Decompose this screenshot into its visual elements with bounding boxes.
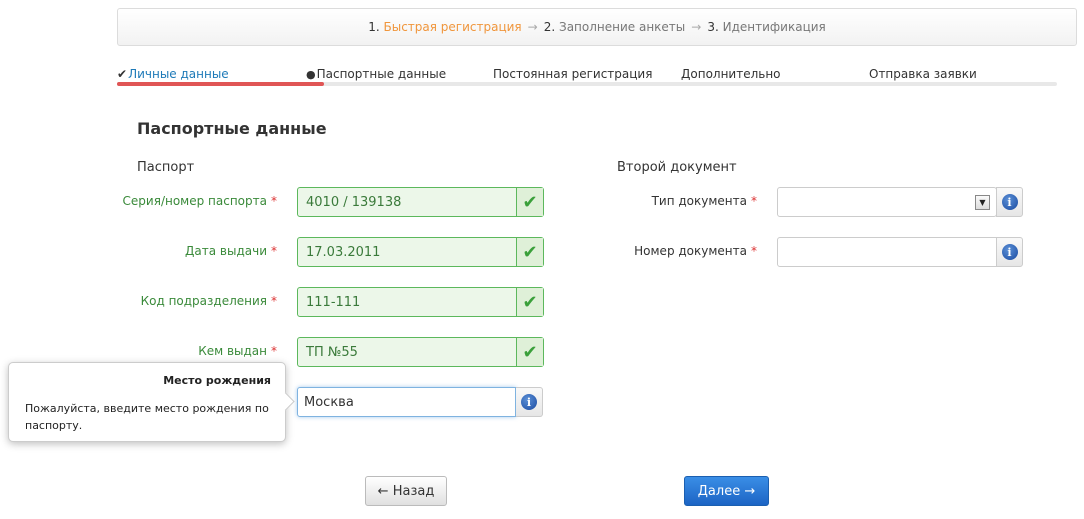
next-button[interactable]: Далее → <box>684 476 769 506</box>
tab-submit[interactable]: Отправка заявки <box>869 67 977 81</box>
person-icon: ● <box>306 68 316 81</box>
dept-code-input[interactable]: 111-111 <box>298 295 516 310</box>
step-3: 3. Идентификация <box>707 20 826 34</box>
doc-number-field[interactable] <box>777 237 997 267</box>
second-doc-section-title: Второй документ <box>617 160 737 175</box>
series-label: Серия/номер паспорта * <box>122 194 277 208</box>
step-2: 2. Заполнение анкеты <box>543 20 686 34</box>
step-arrow: → <box>527 20 538 34</box>
step-1: 1. Быстрая регистрация <box>368 20 522 34</box>
doc-number-input[interactable] <box>777 237 997 267</box>
tab-additional[interactable]: Дополнительно <box>681 67 781 81</box>
progress-bar <box>117 82 324 86</box>
passport-section-title: Паспорт <box>137 160 195 175</box>
issued-by-field[interactable]: ТП №55 ✔ <box>297 337 544 367</box>
back-button[interactable]: ← Назад <box>365 476 447 506</box>
tooltip-text: Пожалуйста, введите место рождения по па… <box>25 402 269 432</box>
dropdown-arrow-icon[interactable]: ▼ <box>975 195 990 210</box>
issued-by-input[interactable]: ТП №55 <box>298 345 516 360</box>
tab-personal[interactable]: ✔Личные данные <box>117 67 229 81</box>
registration-page: 1. Быстрая регистрация → 2. Заполнение а… <box>0 0 1084 519</box>
birthplace-tooltip: Место рождения Пожалуйста, введите место… <box>8 362 286 442</box>
doc-type-label: Тип документа * <box>651 194 757 208</box>
tab-passport[interactable]: ●Паспортные данные <box>306 67 446 81</box>
tooltip-title: Место рождения <box>163 374 271 387</box>
issue-date-field[interactable]: 17.03.2011 ✔ <box>297 237 544 267</box>
check-icon: ✔ <box>516 338 543 366</box>
issued-by-label: Кем выдан * <box>198 344 277 358</box>
birthplace-info-button[interactable]: i <box>516 387 543 417</box>
issue-date-label: Дата выдачи * <box>185 244 277 258</box>
issue-date-input[interactable]: 17.03.2011 <box>298 245 516 260</box>
dept-code-field[interactable]: 111-111 ✔ <box>297 287 544 317</box>
doc-number-label: Номер документа * <box>634 244 757 258</box>
series-field[interactable]: 4010 / 139138 ✔ <box>297 187 544 217</box>
dept-code-label: Код подразделения * <box>140 294 277 308</box>
tab-registration[interactable]: Постоянная регистрация <box>493 67 652 81</box>
doc-type-info-button[interactable]: i <box>996 187 1023 217</box>
doc-type-select[interactable]: ▼ <box>777 187 997 217</box>
info-icon: i <box>1001 194 1018 210</box>
check-icon: ✔ <box>117 67 128 81</box>
doc-number-info-button[interactable]: i <box>996 237 1023 267</box>
birthplace-input[interactable]: Москва <box>297 387 516 417</box>
registration-steps: 1. Быстрая регистрация → 2. Заполнение а… <box>117 8 1077 46</box>
page-title: Паспортные данные <box>137 119 327 138</box>
info-icon: i <box>521 394 537 410</box>
check-icon: ✔ <box>516 288 543 316</box>
series-input[interactable]: 4010 / 139138 <box>298 195 516 210</box>
form-tabs: ✔Личные данные ●Паспортные данные Постоя… <box>117 66 1057 86</box>
step-arrow: → <box>691 20 702 34</box>
info-icon: i <box>1001 244 1018 260</box>
birthplace-field[interactable]: Москва i <box>297 387 543 417</box>
